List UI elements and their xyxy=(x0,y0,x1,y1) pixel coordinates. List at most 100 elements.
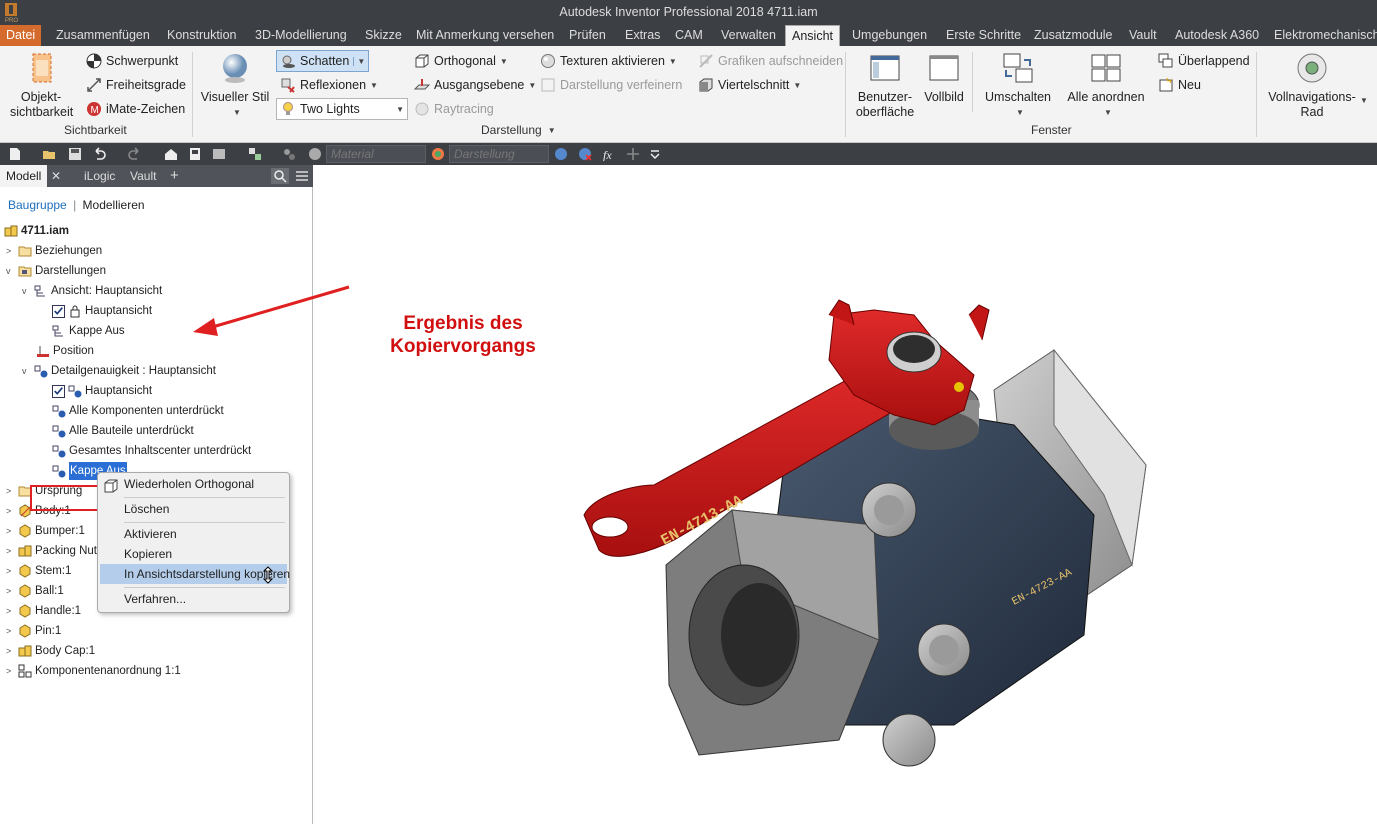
objektsichtbarkeit-button[interactable]: Objekt- sichtbarkeit xyxy=(10,52,73,120)
plus-icon[interactable] xyxy=(626,147,640,161)
expand-arrow-icon[interactable]: > xyxy=(6,582,15,600)
tab-vault[interactable]: Vault xyxy=(1123,25,1163,46)
new-file-icon[interactable] xyxy=(8,147,22,161)
collapse-arrow-icon[interactable]: v xyxy=(22,282,31,300)
baugruppe-tab[interactable]: Baugruppe xyxy=(8,198,67,212)
vollnavigationsrad-button[interactable]: Vollnavigations- Rad xyxy=(1262,52,1362,120)
tree-item-handle[interactable]: > Handle:1 xyxy=(6,602,81,620)
close-tab-icon[interactable]: ✕ xyxy=(51,165,61,187)
checkbox-checked[interactable] xyxy=(52,304,65,318)
grafiken-aufschneiden-button[interactable]: Grafiken aufschneiden xyxy=(698,50,843,72)
search-icon[interactable] xyxy=(271,168,289,184)
schwerpunkt-button[interactable]: Schwerpunkt xyxy=(86,50,178,72)
undo-icon[interactable] xyxy=(92,147,106,161)
umschalten-button[interactable]: Umschalten ▼ xyxy=(982,52,1054,120)
update-icon[interactable] xyxy=(188,147,202,161)
tab-extras[interactable]: Extras xyxy=(619,25,666,46)
material-select[interactable]: Material xyxy=(326,145,426,163)
raytracing-button[interactable]: Raytracing xyxy=(414,98,494,120)
tree-item-pin[interactable]: > Pin:1 xyxy=(6,622,61,640)
menu-item-verfahren[interactable]: Verfahren... xyxy=(124,589,186,609)
expand-arrow-icon[interactable]: > xyxy=(6,642,15,660)
expand-arrow-icon[interactable]: > xyxy=(6,522,15,540)
tab-erste-schritte[interactable]: Erste Schritte xyxy=(940,25,1027,46)
tree-root-assembly[interactable]: 4711.iam xyxy=(4,222,69,240)
tree-item-body-cap[interactable]: > Body Cap:1 xyxy=(6,642,95,660)
browser-tab-modell[interactable]: Modell xyxy=(0,165,48,187)
tab-elektromechanisch[interactable]: Elektromechanisch xyxy=(1268,25,1377,46)
expand-arrow-icon[interactable]: > xyxy=(6,622,15,640)
browser-tab-ilogic[interactable]: iLogic xyxy=(84,165,115,187)
open-folder-icon[interactable] xyxy=(42,147,56,161)
ausgangsebene-button[interactable]: Ausgangsebene ▼ xyxy=(414,74,536,96)
menu-item-wiederholen[interactable]: Wiederholen Orthogonal xyxy=(124,474,254,494)
tree-item-alle-bauteile[interactable]: Alle Bauteile unterdrückt xyxy=(52,422,194,440)
menu-item-aktivieren[interactable]: Aktivieren xyxy=(124,524,177,544)
add-tab-button[interactable]: + xyxy=(170,165,179,187)
menu-item-kopieren[interactable]: Kopieren xyxy=(124,544,172,564)
save-icon[interactable] xyxy=(68,147,82,161)
fx-parameters-icon[interactable]: fx xyxy=(602,147,616,161)
tree-item-ball[interactable]: > Ball:1 xyxy=(6,582,64,600)
orthogonal-button[interactable]: Orthogonal ▼ xyxy=(414,50,508,72)
collapse-arrow-icon[interactable]: v xyxy=(6,262,15,280)
lighting-style-select[interactable]: Two Lights ▼ xyxy=(276,98,408,120)
imate-button[interactable]: M iMate-Zeichen xyxy=(86,98,185,120)
expand-arrow-icon[interactable]: > xyxy=(6,662,15,680)
tab-konstruktion[interactable]: Konstruktion xyxy=(161,25,242,46)
customize-qat-icon[interactable] xyxy=(648,147,662,161)
select-icon[interactable] xyxy=(212,147,226,161)
collapse-arrow-icon[interactable]: v xyxy=(22,362,31,380)
expand-arrow-icon[interactable]: > xyxy=(6,502,15,520)
freiheitsgrade-button[interactable]: Freiheitsgrade xyxy=(86,74,186,96)
tree-item-ansicht-hauptansicht[interactable]: v Ansicht: Hauptansicht xyxy=(22,282,162,300)
tab-skizze[interactable]: Skizze xyxy=(359,25,408,46)
tab-ansicht[interactable]: Ansicht xyxy=(785,25,840,46)
clear-appearance-icon[interactable] xyxy=(578,147,592,161)
menu-icon[interactable] xyxy=(294,168,310,184)
menu-item-loeschen[interactable]: Löschen xyxy=(124,499,169,519)
visueller-stil-button[interactable]: Visueller Stil ▼ xyxy=(200,52,270,120)
tab-verwalten[interactable]: Verwalten xyxy=(715,25,782,46)
checkbox-checked[interactable] xyxy=(52,384,65,398)
color-wheel-icon[interactable] xyxy=(431,147,445,161)
tree-item-hauptansicht-lod[interactable]: Hauptansicht xyxy=(52,382,152,400)
tree-item-kappe-aus-view[interactable]: Kappe Aus xyxy=(52,322,125,340)
tree-item-bumper[interactable]: > Bumper:1 xyxy=(6,522,85,540)
vollbild-button[interactable]: Vollbild xyxy=(922,52,966,105)
viertelschnitt-button[interactable]: Viertelschnitt ▼ xyxy=(698,74,801,96)
modellieren-tab[interactable]: Modellieren xyxy=(83,198,145,212)
schatten-button[interactable]: Schatten ▼ xyxy=(276,50,370,72)
expand-arrow-icon[interactable]: > xyxy=(6,482,15,500)
darstellung-panel-label[interactable]: Darstellung ▼ xyxy=(481,123,556,137)
tree-item-beziehungen[interactable]: > Beziehungen xyxy=(6,242,102,260)
adjust-appearance-icon[interactable] xyxy=(554,147,568,161)
home-icon[interactable] xyxy=(164,147,178,161)
redo-icon[interactable] xyxy=(128,147,142,161)
material-sphere-icon[interactable] xyxy=(308,147,322,161)
menu-item-ansichtsdarstellung-kopieren[interactable]: In Ansichtsdarstellung kopieren xyxy=(100,564,290,584)
graphics-window[interactable]: EN-4713-AA EN-4723-AA xyxy=(193,165,1377,824)
selection-filter-icon[interactable] xyxy=(248,147,262,161)
tree-item-inhaltscenter[interactable]: Gesamtes Inhaltscenter unterdrückt xyxy=(52,442,251,460)
texturen-button[interactable]: Texturen aktivieren ▼ xyxy=(540,50,677,72)
tab-pruefen[interactable]: Prüfen xyxy=(563,25,612,46)
tree-item-packing-nut[interactable]: > Packing Nut: xyxy=(6,542,100,560)
tree-item-position[interactable]: Position xyxy=(36,342,94,360)
expand-arrow-icon[interactable]: > xyxy=(6,562,15,580)
expand-arrow-icon[interactable]: > xyxy=(6,542,15,560)
tree-item-darstellungen[interactable]: v Darstellungen xyxy=(6,262,106,280)
tree-item-stem[interactable]: > Stem:1 xyxy=(6,562,71,580)
neues-fenster-button[interactable]: Neu xyxy=(1158,74,1201,96)
schatten-dropdown-icon[interactable]: ▼ xyxy=(353,56,365,66)
reflexionen-button[interactable]: Reflexionen ▼ xyxy=(280,74,378,96)
alle-anordnen-button[interactable]: Alle anordnen ▼ xyxy=(1066,52,1146,120)
benutzeroberflaeche-button[interactable]: Benutzer- oberfläche xyxy=(852,52,918,120)
appearance-select[interactable]: Darstellung xyxy=(449,145,549,163)
tab-cam[interactable]: CAM xyxy=(669,25,709,46)
tree-item-komponentenanordnung[interactable]: > Komponentenanordnung 1:1 xyxy=(6,662,181,680)
tab-datei[interactable]: Datei xyxy=(0,25,42,46)
expand-arrow-icon[interactable]: > xyxy=(6,602,15,620)
browser-tab-vault[interactable]: Vault xyxy=(130,165,156,187)
tab-a360[interactable]: Autodesk A360 xyxy=(1169,25,1265,46)
